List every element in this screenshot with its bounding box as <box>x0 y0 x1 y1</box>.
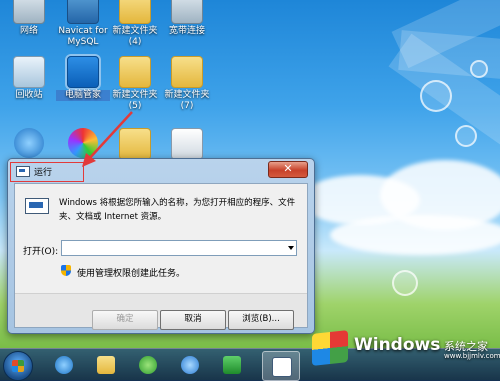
red-arrow-annotation <box>82 111 133 167</box>
taskbar-ie[interactable] <box>46 351 82 379</box>
windows-logo-icon <box>12 360 24 372</box>
taskbar-run[interactable] <box>262 351 300 381</box>
folder-icon <box>97 356 115 374</box>
run-icon <box>272 357 292 377</box>
start-button[interactable] <box>3 351 33 381</box>
windows-logo-icon <box>312 330 348 366</box>
watermark-brand: Windows <box>354 335 441 355</box>
green-square-icon <box>223 356 241 374</box>
watermark: Windows 系统之家 www.bjjmlv.com <box>312 330 500 370</box>
taskbar-360[interactable] <box>130 351 166 379</box>
arrow-shaft <box>87 111 133 161</box>
taskbar-green-app[interactable] <box>214 351 250 379</box>
taskbar-cloud[interactable] <box>172 351 208 379</box>
green-app-icon <box>139 356 157 374</box>
internet-explorer-icon <box>55 356 73 374</box>
watermark-url: www.bjjmlv.com <box>444 352 500 360</box>
cloud-app-icon <box>181 356 199 374</box>
taskbar-explorer[interactable] <box>88 351 124 379</box>
